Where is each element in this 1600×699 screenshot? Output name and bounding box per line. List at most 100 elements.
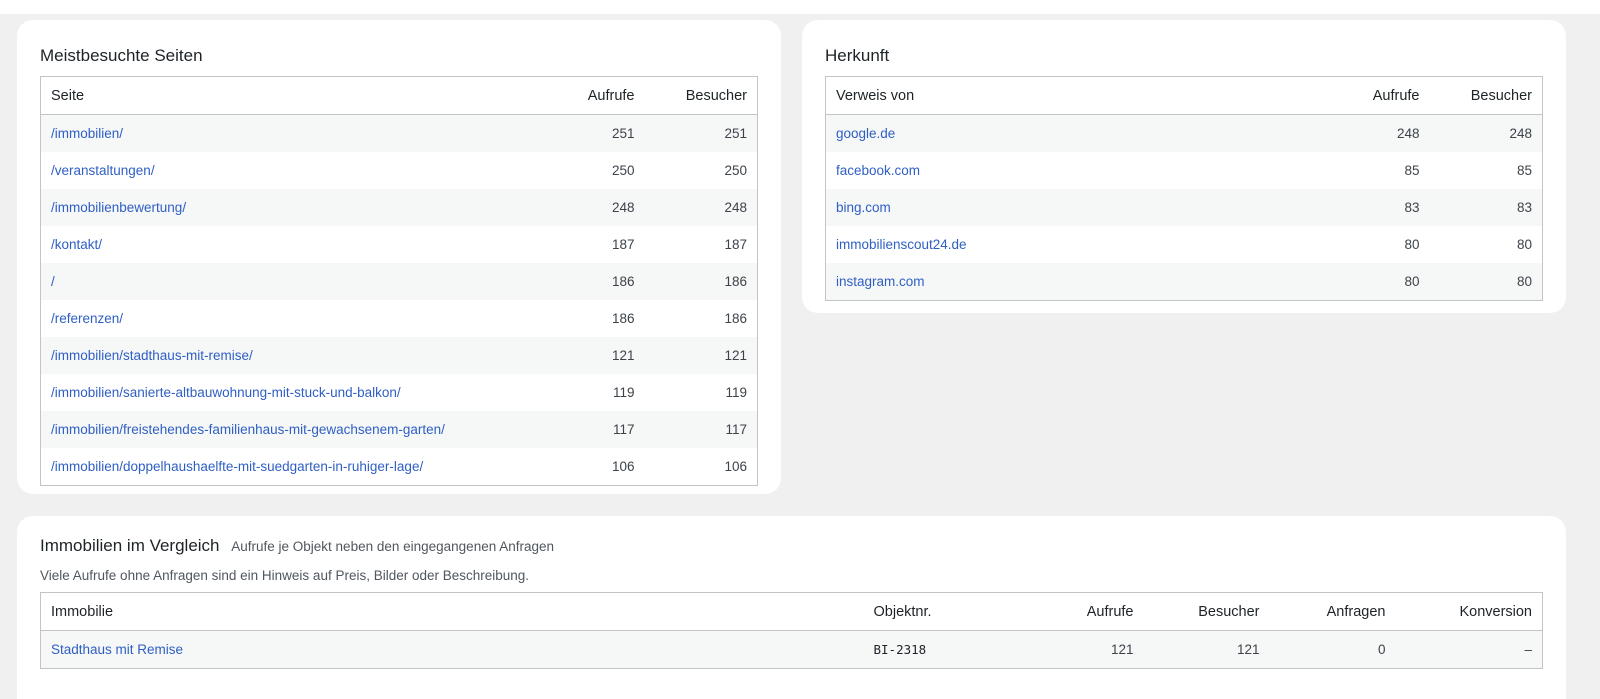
- page-link[interactable]: /immobilien/doppelhaushaelfte-mit-suedga…: [51, 459, 423, 474]
- object-number-cell: BI-2318: [863, 630, 1014, 669]
- page-link[interactable]: /immobilien/freistehendes-familienhaus-m…: [51, 422, 445, 437]
- object-number-cell-value: BI-2318: [873, 642, 927, 657]
- page-link[interactable]: /: [51, 274, 55, 289]
- visitors-cell: 85: [1429, 152, 1543, 189]
- page-link[interactable]: /immobilien/sanierte-altbauwohnung-mit-s…: [51, 385, 401, 400]
- page-cell: /referenzen/: [40, 300, 545, 337]
- conversion-cell: –: [1395, 630, 1543, 669]
- property-cell: Stadthaus mit Remise: [40, 630, 864, 669]
- views-cell: 121: [1013, 630, 1144, 669]
- page-link[interactable]: /immobilien/stadthaus-mit-remise/: [51, 348, 253, 363]
- visitors-cell: 187: [644, 226, 758, 263]
- visitors-cell: 248: [1429, 114, 1543, 152]
- table-row: /referenzen/186 186: [40, 300, 758, 337]
- visitors-cell: 117: [644, 411, 758, 448]
- views-cell: 186: [544, 263, 645, 300]
- table-row: /immobilien/stadthaus-mit-remise/121 121: [40, 337, 758, 374]
- visitors-cell: 186: [644, 300, 758, 337]
- comparison-card: Immobilien im Vergleich Aufrufe je Objek…: [17, 516, 1566, 699]
- views-cell: 80: [1329, 226, 1430, 263]
- views-cell: 248: [1329, 114, 1430, 152]
- referrers-table: Verweis von Aufrufe Besucher google.de 24…: [825, 76, 1543, 301]
- table-row: Stadthaus mit Remise BI-2318 121 121 0–: [40, 630, 1543, 669]
- views-cell: 121: [544, 337, 645, 374]
- referrer-cell: facebook.com: [825, 152, 1330, 189]
- page-cell: /immobilien/freistehendes-familienhaus-m…: [40, 411, 545, 448]
- page-link[interactable]: /kontakt/: [51, 237, 102, 252]
- page-cell: /kontakt/: [40, 226, 545, 263]
- views-cell: 106: [544, 448, 645, 486]
- views-cell: 187: [544, 226, 645, 263]
- page-link[interactable]: /referenzen/: [51, 311, 123, 326]
- column-header-views: Aufrufe: [1013, 592, 1144, 631]
- referrers-card: Herkunft Verweis von Aufrufe Besucher go…: [802, 20, 1566, 313]
- top-pages-table: Seite Aufrufe Besucher /immobilien/251 25…: [40, 76, 758, 486]
- table-row: /immobilienbewertung/248 248: [40, 189, 758, 226]
- referrers-title: Herkunft: [825, 46, 890, 65]
- visitors-cell: 119: [644, 374, 758, 411]
- views-cell: 251: [544, 114, 645, 152]
- page-link[interactable]: /immobilien/: [51, 126, 123, 141]
- referrer-link[interactable]: instagram.com: [836, 274, 925, 289]
- table-row: /immobilien/sanierte-altbauwohnung-mit-s…: [40, 374, 758, 411]
- property-link[interactable]: Stadthaus mit Remise: [51, 642, 183, 657]
- visitors-cell: 250: [644, 152, 758, 189]
- comparison-table: Immobilie Objektnr. Aufrufe Besucher Anf…: [40, 592, 1543, 669]
- column-header-object-number: Objektnr.: [863, 592, 1014, 631]
- table-row: /veranstaltungen/250 250: [40, 152, 758, 189]
- table-row: /immobilien/251 251: [40, 114, 758, 152]
- column-header-referrer: Verweis von: [825, 76, 1330, 115]
- page-cell: /immobilien/: [40, 114, 545, 152]
- column-header-views: Aufrufe: [544, 76, 645, 115]
- table-row: google.de 248 248: [825, 114, 1543, 152]
- views-cell: 83: [1329, 189, 1430, 226]
- column-header-visitors: Besucher: [1143, 592, 1270, 631]
- referrer-link[interactable]: google.de: [836, 126, 895, 141]
- visitors-cell: 186: [644, 263, 758, 300]
- views-cell: 80: [1329, 263, 1430, 301]
- referrer-cell: immobilienscout24.de: [825, 226, 1330, 263]
- column-header-visitors: Besucher: [644, 76, 758, 115]
- visitors-cell: 121: [1143, 630, 1270, 669]
- views-cell: 186: [544, 300, 645, 337]
- referrer-cell: bing.com: [825, 189, 1330, 226]
- inquiries-cell: 0: [1269, 630, 1396, 669]
- column-header-property: Immobilie: [40, 592, 864, 631]
- table-header-row: Verweis von Aufrufe Besucher: [825, 76, 1543, 115]
- top-pages-title: Meistbesuchte Seiten: [40, 46, 203, 65]
- column-header-visitors: Besucher: [1429, 76, 1543, 115]
- page-cell: /veranstaltungen/: [40, 152, 545, 189]
- table-header-row: Immobilie Objektnr. Aufrufe Besucher Anf…: [40, 592, 1543, 631]
- comparison-note: Viele Aufrufe ohne Anfragen sind ein Hin…: [40, 568, 530, 583]
- comparison-subtitle: Aufrufe je Objekt neben den eingegangene…: [231, 539, 555, 554]
- views-cell: 117: [544, 411, 645, 448]
- page-link[interactable]: /immobilienbewertung/: [51, 200, 186, 215]
- top-pages-card: Meistbesuchte Seiten Seite Aufrufe Besuc…: [17, 20, 781, 494]
- page-link[interactable]: /veranstaltungen/: [51, 163, 155, 178]
- column-header-views: Aufrufe: [1329, 76, 1430, 115]
- referrer-link[interactable]: immobilienscout24.de: [836, 237, 967, 252]
- page-cell: /immobilien/doppelhaushaelfte-mit-suedga…: [40, 448, 545, 486]
- table-row: / 186 186: [40, 263, 758, 300]
- referrer-link[interactable]: bing.com: [836, 200, 891, 215]
- table-row: immobilienscout24.de 80 80: [825, 226, 1543, 263]
- referrer-cell: google.de: [825, 114, 1330, 152]
- visitors-cell: 121: [644, 337, 758, 374]
- visitors-cell: 106: [644, 448, 758, 486]
- column-header-page: Seite: [40, 76, 545, 115]
- referrer-link[interactable]: facebook.com: [836, 163, 920, 178]
- page-cell: /: [40, 263, 545, 300]
- views-cell: 250: [544, 152, 645, 189]
- page-cell: /immobilien/stadthaus-mit-remise/: [40, 337, 545, 374]
- table-row: bing.com 83 83: [825, 189, 1543, 226]
- visitors-cell: 248: [644, 189, 758, 226]
- table-row: /immobilien/freistehendes-familienhaus-m…: [40, 411, 758, 448]
- page-cell: /immobilienbewertung/: [40, 189, 545, 226]
- views-cell: 248: [544, 189, 645, 226]
- dashboard-canvas: Meistbesuchte Seiten Seite Aufrufe Besuc…: [0, 14, 1600, 699]
- views-cell: 119: [544, 374, 645, 411]
- visitors-cell: 251: [644, 114, 758, 152]
- visitors-cell: 80: [1429, 226, 1543, 263]
- column-header-conversion: Konversion: [1395, 592, 1543, 631]
- table-row: /kontakt/187 187: [40, 226, 758, 263]
